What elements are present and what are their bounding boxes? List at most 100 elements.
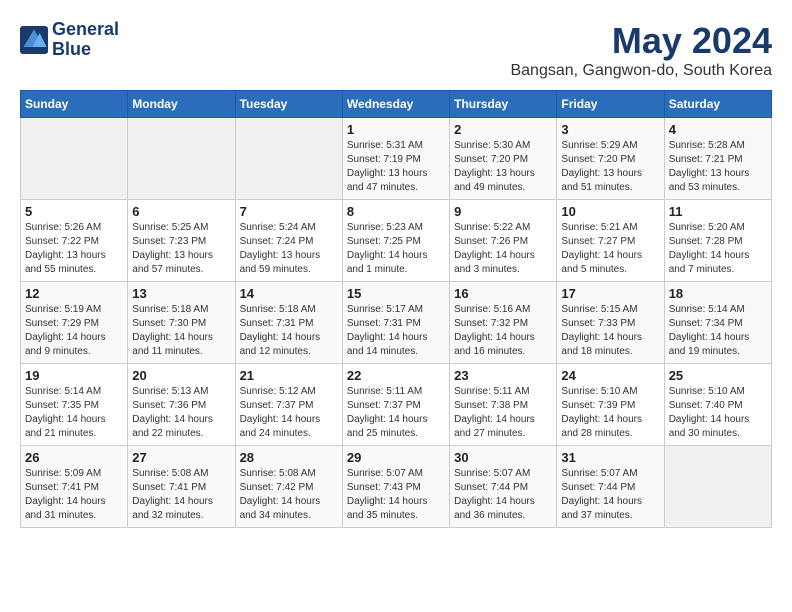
calendar-day-cell: 30 Sunrise: 5:07 AM Sunset: 7:44 PM Dayli… [450,446,557,528]
day-number: 9 [454,204,552,219]
weekday-header: Wednesday [342,91,449,118]
calendar-day-cell [235,118,342,200]
day-info: Sunrise: 5:14 AM Sunset: 7:34 PM Dayligh… [669,303,767,359]
day-number: 24 [561,368,659,383]
weekday-header-row: SundayMondayTuesdayWednesdayThursdayFrid… [21,91,772,118]
weekday-header: Saturday [664,91,771,118]
calendar-day-cell: 23 Sunrise: 5:11 AM Sunset: 7:38 PM Dayli… [450,364,557,446]
day-info: Sunrise: 5:10 AM Sunset: 7:39 PM Dayligh… [561,385,659,441]
calendar-day-cell [21,118,128,200]
calendar-day-cell: 25 Sunrise: 5:10 AM Sunset: 7:40 PM Dayli… [664,364,771,446]
day-info: Sunrise: 5:17 AM Sunset: 7:31 PM Dayligh… [347,303,445,359]
day-number: 29 [347,450,445,465]
calendar-day-cell: 11Sunrise: 5:20 AM Sunset: 7:28 PM Dayli… [664,200,771,282]
day-number: 31 [561,450,659,465]
logo-text: General Blue [52,20,119,60]
calendar-day-cell [128,118,235,200]
calendar-day-cell: 4 Sunrise: 5:28 AM Sunset: 7:21 PM Daylig… [664,118,771,200]
day-info: Sunrise: 5:07 AM Sunset: 7:44 PM Dayligh… [454,467,552,523]
calendar-day-cell: 13 Sunrise: 5:18 AM Sunset: 7:30 PM Dayli… [128,282,235,364]
weekday-header: Sunday [21,91,128,118]
day-number: 14 [240,286,338,301]
day-info: Sunrise: 5:29 AM Sunset: 7:20 PM Dayligh… [561,139,659,195]
weekday-header: Tuesday [235,91,342,118]
day-number: 11 [669,204,767,219]
day-info: Sunrise: 5:30 AM Sunset: 7:20 PM Dayligh… [454,139,552,195]
day-number: 3 [561,122,659,137]
day-number: 13 [132,286,230,301]
calendar-week-row: 19 Sunrise: 5:14 AM Sunset: 7:35 PM Dayli… [21,364,772,446]
day-info: Sunrise: 5:31 AM Sunset: 7:19 PM Dayligh… [347,139,445,195]
calendar-day-cell: 26Sunrise: 5:09 AM Sunset: 7:41 PM Dayli… [21,446,128,528]
header: General Blue May 2024 Bangsan, Gangwon-d… [20,20,772,80]
day-number: 5 [25,204,123,219]
day-number: 23 [454,368,552,383]
calendar-day-cell: 9 Sunrise: 5:22 AM Sunset: 7:26 PM Daylig… [450,200,557,282]
day-info: Sunrise: 5:24 AM Sunset: 7:24 PM Dayligh… [240,221,338,277]
day-info: Sunrise: 5:07 AM Sunset: 7:44 PM Dayligh… [561,467,659,523]
day-number: 10 [561,204,659,219]
day-number: 22 [347,368,445,383]
calendar-day-cell: 8Sunrise: 5:23 AM Sunset: 7:25 PM Daylig… [342,200,449,282]
day-info: Sunrise: 5:08 AM Sunset: 7:42 PM Dayligh… [240,467,338,523]
calendar-day-cell: 12Sunrise: 5:19 AM Sunset: 7:29 PM Dayli… [21,282,128,364]
calendar-day-cell: 17Sunrise: 5:15 AM Sunset: 7:33 PM Dayli… [557,282,664,364]
calendar-day-cell: 29 Sunrise: 5:07 AM Sunset: 7:43 PM Dayli… [342,446,449,528]
day-info: Sunrise: 5:10 AM Sunset: 7:40 PM Dayligh… [669,385,767,441]
day-number: 2 [454,122,552,137]
location-title: Bangsan, Gangwon-do, South Korea [510,62,772,80]
day-number: 8 [347,204,445,219]
day-info: Sunrise: 5:18 AM Sunset: 7:30 PM Dayligh… [132,303,230,359]
calendar-day-cell: 10Sunrise: 5:21 AM Sunset: 7:27 PM Dayli… [557,200,664,282]
calendar-week-row: 26Sunrise: 5:09 AM Sunset: 7:41 PM Dayli… [21,446,772,528]
day-number: 20 [132,368,230,383]
weekday-header: Friday [557,91,664,118]
day-number: 30 [454,450,552,465]
calendar-week-row: 5Sunrise: 5:26 AM Sunset: 7:22 PM Daylig… [21,200,772,282]
day-number: 4 [669,122,767,137]
calendar-day-cell: 15 Sunrise: 5:17 AM Sunset: 7:31 PM Dayli… [342,282,449,364]
calendar-day-cell: 3 Sunrise: 5:29 AM Sunset: 7:20 PM Daylig… [557,118,664,200]
title-area: May 2024 Bangsan, Gangwon-do, South Kore… [510,20,772,80]
day-number: 7 [240,204,338,219]
weekday-header: Thursday [450,91,557,118]
day-info: Sunrise: 5:16 AM Sunset: 7:32 PM Dayligh… [454,303,552,359]
day-info: Sunrise: 5:11 AM Sunset: 7:37 PM Dayligh… [347,385,445,441]
day-number: 15 [347,286,445,301]
day-info: Sunrise: 5:13 AM Sunset: 7:36 PM Dayligh… [132,385,230,441]
day-info: Sunrise: 5:11 AM Sunset: 7:38 PM Dayligh… [454,385,552,441]
day-info: Sunrise: 5:07 AM Sunset: 7:43 PM Dayligh… [347,467,445,523]
month-title: May 2024 [510,20,772,62]
day-info: Sunrise: 5:14 AM Sunset: 7:35 PM Dayligh… [25,385,123,441]
day-number: 28 [240,450,338,465]
day-info: Sunrise: 5:25 AM Sunset: 7:23 PM Dayligh… [132,221,230,277]
calendar-table: SundayMondayTuesdayWednesdayThursdayFrid… [20,90,772,528]
day-info: Sunrise: 5:19 AM Sunset: 7:29 PM Dayligh… [25,303,123,359]
day-info: Sunrise: 5:12 AM Sunset: 7:37 PM Dayligh… [240,385,338,441]
calendar-day-cell: 16 Sunrise: 5:16 AM Sunset: 7:32 PM Dayli… [450,282,557,364]
calendar-day-cell: 28 Sunrise: 5:08 AM Sunset: 7:42 PM Dayli… [235,446,342,528]
day-number: 6 [132,204,230,219]
weekday-header: Monday [128,91,235,118]
logo: General Blue [20,20,119,60]
day-number: 17 [561,286,659,301]
day-number: 19 [25,368,123,383]
day-number: 25 [669,368,767,383]
calendar-day-cell: 7 Sunrise: 5:24 AM Sunset: 7:24 PM Daylig… [235,200,342,282]
calendar-day-cell: 5Sunrise: 5:26 AM Sunset: 7:22 PM Daylig… [21,200,128,282]
day-info: Sunrise: 5:22 AM Sunset: 7:26 PM Dayligh… [454,221,552,277]
calendar-day-cell: 24 Sunrise: 5:10 AM Sunset: 7:39 PM Dayli… [557,364,664,446]
day-number: 16 [454,286,552,301]
calendar-week-row: 1 Sunrise: 5:31 AM Sunset: 7:19 PM Daylig… [21,118,772,200]
day-number: 26 [25,450,123,465]
calendar-day-cell: 14Sunrise: 5:18 AM Sunset: 7:31 PM Dayli… [235,282,342,364]
day-info: Sunrise: 5:28 AM Sunset: 7:21 PM Dayligh… [669,139,767,195]
day-number: 1 [347,122,445,137]
day-number: 27 [132,450,230,465]
calendar-day-cell: 18Sunrise: 5:14 AM Sunset: 7:34 PM Dayli… [664,282,771,364]
calendar-day-cell: 2 Sunrise: 5:30 AM Sunset: 7:20 PM Daylig… [450,118,557,200]
day-number: 21 [240,368,338,383]
day-info: Sunrise: 5:08 AM Sunset: 7:41 PM Dayligh… [132,467,230,523]
calendar-day-cell: 22 Sunrise: 5:11 AM Sunset: 7:37 PM Dayli… [342,364,449,446]
calendar-day-cell: 6 Sunrise: 5:25 AM Sunset: 7:23 PM Daylig… [128,200,235,282]
